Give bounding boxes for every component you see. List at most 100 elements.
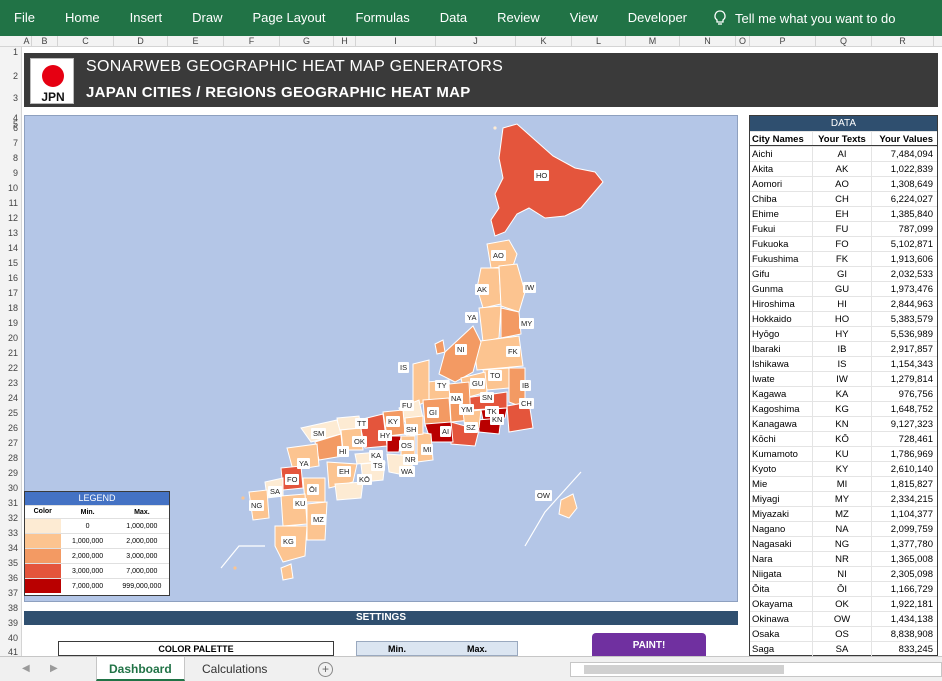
row-header[interactable]: 35 <box>0 558 21 568</box>
text-code-cell[interactable]: NG <box>812 537 872 551</box>
row-header[interactable]: 30 <box>0 483 21 493</box>
text-code-cell[interactable]: FO <box>812 237 872 251</box>
value-cell[interactable]: 2,844,963 <box>872 297 937 311</box>
tab-draw[interactable]: Draw <box>178 0 238 36</box>
row-header[interactable]: 19 <box>0 318 21 328</box>
value-cell[interactable]: 1,922,181 <box>872 597 937 611</box>
tab-home[interactable]: Home <box>51 0 116 36</box>
value-cell[interactable]: 2,099,759 <box>872 522 937 536</box>
text-code-cell[interactable]: AI <box>812 147 872 161</box>
city-name-cell[interactable]: Miyazaki <box>750 507 812 521</box>
city-name-cell[interactable]: Kagawa <box>750 387 812 401</box>
city-name-cell[interactable]: Kumamoto <box>750 447 812 461</box>
column-header[interactable]: K <box>516 36 572 47</box>
value-cell[interactable]: 6,224,027 <box>872 192 937 206</box>
row-header[interactable]: 10 <box>0 183 21 193</box>
row-header[interactable]: 7 <box>0 138 21 148</box>
column-header[interactable]: N <box>680 36 736 47</box>
row-header[interactable]: 34 <box>0 543 21 553</box>
city-name-cell[interactable]: Gifu <box>750 267 812 281</box>
value-cell[interactable]: 1,434,138 <box>872 612 937 626</box>
next-sheet-arrow-icon[interactable]: ▶ <box>50 663 58 674</box>
tab-insert[interactable]: Insert <box>116 0 179 36</box>
value-cell[interactable]: 5,536,989 <box>872 327 937 341</box>
city-name-cell[interactable]: Nagano <box>750 522 812 536</box>
city-name-cell[interactable]: Fukushima <box>750 252 812 266</box>
city-name-cell[interactable]: Aomori <box>750 177 812 191</box>
value-cell[interactable]: 9,127,323 <box>872 417 937 431</box>
column-header[interactable]: R <box>872 36 934 47</box>
value-cell[interactable]: 1,279,814 <box>872 372 937 386</box>
text-code-cell[interactable]: FU <box>812 222 872 236</box>
row-header[interactable]: 3 <box>0 93 21 103</box>
column-header[interactable]: H <box>334 36 356 47</box>
text-code-cell[interactable]: KN <box>812 417 872 431</box>
city-name-cell[interactable]: Okayama <box>750 597 812 611</box>
row-header[interactable]: 16 <box>0 273 21 283</box>
text-code-cell[interactable]: FK <box>812 252 872 266</box>
city-name-cell[interactable]: Kanagawa <box>750 417 812 431</box>
city-name-cell[interactable]: Fukui <box>750 222 812 236</box>
tab-review[interactable]: Review <box>483 0 556 36</box>
text-code-cell[interactable]: GU <box>812 282 872 296</box>
value-cell[interactable]: 2,032,533 <box>872 267 937 281</box>
row-header[interactable]: 17 <box>0 288 21 298</box>
value-cell[interactable]: 2,917,857 <box>872 342 937 356</box>
value-cell[interactable]: 1,022,839 <box>872 162 937 176</box>
column-header[interactable]: M <box>626 36 680 47</box>
text-code-cell[interactable]: IW <box>812 372 872 386</box>
text-code-cell[interactable]: HO <box>812 312 872 326</box>
add-sheet-icon[interactable]: + <box>318 662 333 677</box>
value-cell[interactable]: 1,104,377 <box>872 507 937 521</box>
column-header[interactable]: F <box>224 36 280 47</box>
text-code-cell[interactable]: NA <box>812 522 872 536</box>
row-header[interactable]: 33 <box>0 528 21 538</box>
column-header[interactable]: L <box>572 36 626 47</box>
value-cell[interactable]: 1,973,476 <box>872 282 937 296</box>
value-cell[interactable]: 1,365,008 <box>872 552 937 566</box>
text-code-cell[interactable]: HY <box>812 327 872 341</box>
city-name-cell[interactable]: Nara <box>750 552 812 566</box>
row-header[interactable]: 11 <box>0 198 21 208</box>
text-code-cell[interactable]: OK <box>812 597 872 611</box>
city-name-cell[interactable]: Ōita <box>750 582 812 596</box>
city-name-cell[interactable]: Mie <box>750 477 812 491</box>
text-code-cell[interactable]: MY <box>812 492 872 506</box>
row-header[interactable]: 2 <box>0 71 21 81</box>
text-code-cell[interactable]: KA <box>812 387 872 401</box>
city-name-cell[interactable]: Chiba <box>750 192 812 206</box>
value-cell[interactable]: 1,166,729 <box>872 582 937 596</box>
value-cell[interactable]: 1,786,969 <box>872 447 937 461</box>
text-code-cell[interactable]: IB <box>812 342 872 356</box>
row-header[interactable]: 1 <box>0 47 21 57</box>
row-header[interactable]: 15 <box>0 258 21 268</box>
text-code-cell[interactable]: KY <box>812 462 872 476</box>
tell-me-box[interactable]: Tell me what you want to do <box>713 10 895 26</box>
city-name-cell[interactable]: Ibaraki <box>750 342 812 356</box>
row-header[interactable]: 31 <box>0 498 21 508</box>
tab-data[interactable]: Data <box>426 0 483 36</box>
row-header[interactable]: 40 <box>0 633 21 643</box>
row-header[interactable]: 26 <box>0 423 21 433</box>
column-header[interactable]: O <box>736 36 750 47</box>
city-name-cell[interactable]: Kagoshima <box>750 402 812 416</box>
row-header[interactable]: 20 <box>0 333 21 343</box>
text-code-cell[interactable]: MZ <box>812 507 872 521</box>
horizontal-scrollbar[interactable] <box>570 662 942 677</box>
text-code-cell[interactable]: KU <box>812 447 872 461</box>
city-name-cell[interactable]: Kyoto <box>750 462 812 476</box>
row-header[interactable]: 36 <box>0 573 21 583</box>
column-header[interactable]: E <box>168 36 224 47</box>
row-header[interactable]: 23 <box>0 378 21 388</box>
row-header[interactable]: 8 <box>0 153 21 163</box>
value-cell[interactable]: 1,815,827 <box>872 477 937 491</box>
value-cell[interactable]: 1,913,606 <box>872 252 937 266</box>
text-code-cell[interactable]: OW <box>812 612 872 626</box>
value-cell[interactable]: 728,461 <box>872 432 937 446</box>
row-header[interactable]: 22 <box>0 363 21 373</box>
row-header[interactable]: 27 <box>0 438 21 448</box>
city-name-cell[interactable]: Hiroshima <box>750 297 812 311</box>
row-header[interactable]: 9 <box>0 168 21 178</box>
value-cell[interactable]: 2,334,215 <box>872 492 937 506</box>
city-name-cell[interactable]: Hyōgo <box>750 327 812 341</box>
